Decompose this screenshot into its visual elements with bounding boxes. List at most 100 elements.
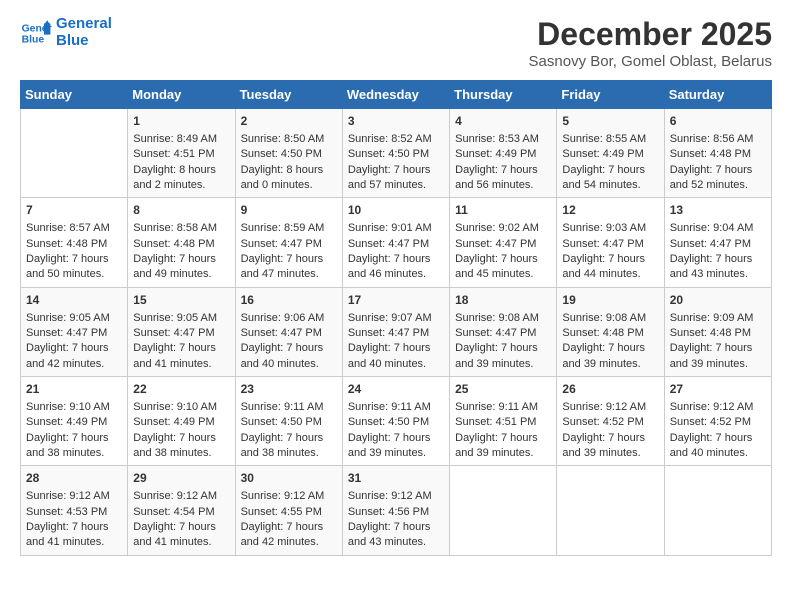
cell-content-line: Sunrise: 9:11 AM xyxy=(241,400,337,415)
cell-content-line: Daylight: 7 hours xyxy=(562,341,658,356)
day-number: 23 xyxy=(241,381,337,398)
cell-content-line: and 42 minutes. xyxy=(26,357,122,372)
day-number: 7 xyxy=(26,202,122,219)
cell-content-line: and 52 minutes. xyxy=(670,178,766,193)
cell-content-line: Sunset: 4:47 PM xyxy=(241,326,337,341)
cell-content-line: Sunset: 4:49 PM xyxy=(455,147,551,162)
cell-content-line: Sunrise: 8:58 AM xyxy=(133,221,229,236)
calendar-cell: 6Sunrise: 8:56 AMSunset: 4:48 PMDaylight… xyxy=(664,109,771,198)
day-number: 30 xyxy=(241,470,337,487)
cell-content-line: Sunrise: 9:01 AM xyxy=(348,221,444,236)
cell-content-line: Sunrise: 8:52 AM xyxy=(348,132,444,147)
cell-content-line: Sunrise: 9:11 AM xyxy=(455,400,551,415)
page-header: General Blue General Blue December 2025 … xyxy=(20,16,772,70)
cell-content-line: Sunset: 4:52 PM xyxy=(562,415,658,430)
day-number: 29 xyxy=(133,470,229,487)
cell-content-line: Daylight: 7 hours xyxy=(455,431,551,446)
svg-text:Blue: Blue xyxy=(22,34,45,45)
calendar-cell xyxy=(557,466,664,555)
cell-content-line: Sunset: 4:56 PM xyxy=(348,505,444,520)
day-number: 26 xyxy=(562,381,658,398)
cell-content-line: Sunset: 4:50 PM xyxy=(348,147,444,162)
cell-content-line: and 0 minutes. xyxy=(241,178,337,193)
cell-content-line: Daylight: 8 hours xyxy=(133,163,229,178)
day-number: 3 xyxy=(348,113,444,130)
calendar-cell: 13Sunrise: 9:04 AMSunset: 4:47 PMDayligh… xyxy=(664,198,771,287)
day-number: 4 xyxy=(455,113,551,130)
calendar-cell: 8Sunrise: 8:58 AMSunset: 4:48 PMDaylight… xyxy=(128,198,235,287)
day-number: 6 xyxy=(670,113,766,130)
cell-content-line: and 39 minutes. xyxy=(455,446,551,461)
day-number: 19 xyxy=(562,292,658,309)
cell-content-line: Sunset: 4:47 PM xyxy=(26,326,122,341)
day-of-week-wednesday: Wednesday xyxy=(342,81,449,109)
day-number: 12 xyxy=(562,202,658,219)
cell-content-line: and 43 minutes. xyxy=(348,535,444,550)
cell-content-line: Sunrise: 9:10 AM xyxy=(133,400,229,415)
cell-content-line: Sunrise: 9:12 AM xyxy=(133,489,229,504)
cell-content-line: and 47 minutes. xyxy=(241,267,337,282)
calendar-cell: 29Sunrise: 9:12 AMSunset: 4:54 PMDayligh… xyxy=(128,466,235,555)
cell-content-line: Sunset: 4:50 PM xyxy=(241,415,337,430)
cell-content-line: Sunrise: 9:12 AM xyxy=(670,400,766,415)
cell-content-line: Daylight: 7 hours xyxy=(241,252,337,267)
calendar-cell: 4Sunrise: 8:53 AMSunset: 4:49 PMDaylight… xyxy=(450,109,557,198)
cell-content-line: Sunset: 4:49 PM xyxy=(133,415,229,430)
cell-content-line: Sunset: 4:47 PM xyxy=(348,326,444,341)
day-number: 14 xyxy=(26,292,122,309)
calendar-table: SundayMondayTuesdayWednesdayThursdayFrid… xyxy=(20,80,772,556)
cell-content-line: Daylight: 7 hours xyxy=(670,252,766,267)
calendar-header: SundayMondayTuesdayWednesdayThursdayFrid… xyxy=(21,81,772,109)
cell-content-line: and 41 minutes. xyxy=(26,535,122,550)
cell-content-line: Daylight: 7 hours xyxy=(348,252,444,267)
cell-content-line: Daylight: 7 hours xyxy=(26,252,122,267)
cell-content-line: Sunrise: 9:08 AM xyxy=(562,311,658,326)
cell-content-line: Daylight: 7 hours xyxy=(670,163,766,178)
cell-content-line: and 40 minutes. xyxy=(348,357,444,372)
cell-content-line: Daylight: 7 hours xyxy=(26,431,122,446)
cell-content-line: and 56 minutes. xyxy=(455,178,551,193)
calendar-cell: 18Sunrise: 9:08 AMSunset: 4:47 PMDayligh… xyxy=(450,287,557,376)
cell-content-line: and 43 minutes. xyxy=(670,267,766,282)
calendar-cell: 15Sunrise: 9:05 AMSunset: 4:47 PMDayligh… xyxy=(128,287,235,376)
day-number: 1 xyxy=(133,113,229,130)
cell-content-line: Daylight: 7 hours xyxy=(133,341,229,356)
cell-content-line: Sunset: 4:51 PM xyxy=(455,415,551,430)
calendar-cell: 25Sunrise: 9:11 AMSunset: 4:51 PMDayligh… xyxy=(450,377,557,466)
calendar-cell xyxy=(450,466,557,555)
cell-content-line: and 41 minutes. xyxy=(133,535,229,550)
cell-content-line: Sunrise: 9:12 AM xyxy=(241,489,337,504)
cell-content-line: Sunset: 4:48 PM xyxy=(670,147,766,162)
month-title: December 2025 xyxy=(529,16,772,53)
day-number: 31 xyxy=(348,470,444,487)
cell-content-line: Daylight: 7 hours xyxy=(455,341,551,356)
cell-content-line: Sunset: 4:50 PM xyxy=(348,415,444,430)
day-of-week-tuesday: Tuesday xyxy=(235,81,342,109)
calendar-cell: 1Sunrise: 8:49 AMSunset: 4:51 PMDaylight… xyxy=(128,109,235,198)
cell-content-line: Sunrise: 9:02 AM xyxy=(455,221,551,236)
cell-content-line: and 42 minutes. xyxy=(241,535,337,550)
calendar-week-5: 28Sunrise: 9:12 AMSunset: 4:53 PMDayligh… xyxy=(21,466,772,555)
day-number: 8 xyxy=(133,202,229,219)
day-number: 20 xyxy=(670,292,766,309)
cell-content-line: Sunset: 4:47 PM xyxy=(562,237,658,252)
calendar-week-4: 21Sunrise: 9:10 AMSunset: 4:49 PMDayligh… xyxy=(21,377,772,466)
cell-content-line: and 38 minutes. xyxy=(241,446,337,461)
cell-content-line: Sunrise: 8:57 AM xyxy=(26,221,122,236)
cell-content-line: Daylight: 7 hours xyxy=(670,341,766,356)
cell-content-line: Sunrise: 8:55 AM xyxy=(562,132,658,147)
calendar-cell: 19Sunrise: 9:08 AMSunset: 4:48 PMDayligh… xyxy=(557,287,664,376)
cell-content-line: and 46 minutes. xyxy=(348,267,444,282)
cell-content-line: Sunrise: 9:03 AM xyxy=(562,221,658,236)
cell-content-line: Daylight: 7 hours xyxy=(133,431,229,446)
cell-content-line: Sunset: 4:54 PM xyxy=(133,505,229,520)
cell-content-line: and 40 minutes. xyxy=(670,446,766,461)
calendar-cell: 26Sunrise: 9:12 AMSunset: 4:52 PMDayligh… xyxy=(557,377,664,466)
calendar-cell: 22Sunrise: 9:10 AMSunset: 4:49 PMDayligh… xyxy=(128,377,235,466)
cell-content-line: Sunrise: 8:59 AM xyxy=(241,221,337,236)
day-of-week-monday: Monday xyxy=(128,81,235,109)
logo-icon: General Blue xyxy=(20,17,52,49)
calendar-cell: 2Sunrise: 8:50 AMSunset: 4:50 PMDaylight… xyxy=(235,109,342,198)
cell-content-line: Daylight: 7 hours xyxy=(562,431,658,446)
cell-content-line: Sunrise: 9:06 AM xyxy=(241,311,337,326)
